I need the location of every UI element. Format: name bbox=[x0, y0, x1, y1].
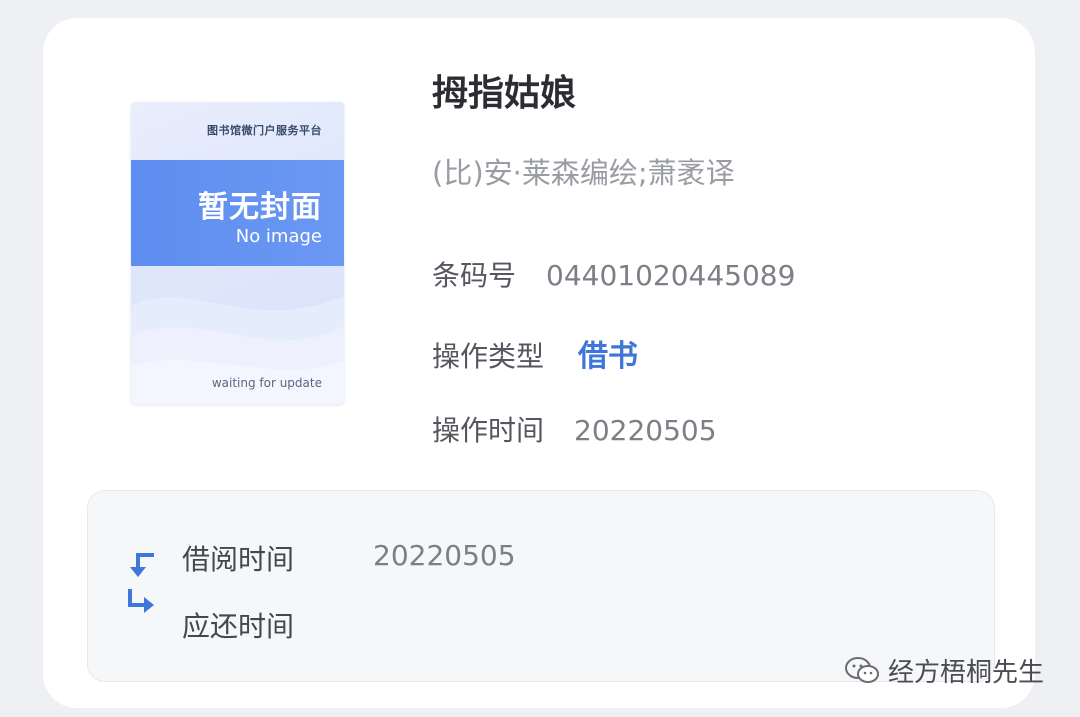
operation-time-value: 20220505 bbox=[574, 414, 717, 447]
borrow-arrow-icon bbox=[130, 553, 154, 577]
return-arrow-icon bbox=[128, 589, 154, 613]
operation-type-row: 操作类型 借书 bbox=[432, 331, 638, 375]
borrow-time-label: 借阅时间 bbox=[182, 543, 295, 576]
cover-subtitle: No image bbox=[235, 226, 322, 247]
due-time-label: 应还时间 bbox=[182, 610, 295, 643]
book-title: 拇指姑娘 bbox=[432, 73, 577, 114]
cover-platform-text: 图书馆微门户服务平台 bbox=[207, 124, 322, 137]
operation-time-label: 操作时间 bbox=[432, 414, 545, 447]
borrow-time-value: 20220505 bbox=[373, 539, 516, 572]
book-author: (比)安·莱森编绘;萧袤译 bbox=[432, 156, 735, 190]
operation-time-row: 操作时间 20220505 bbox=[432, 409, 717, 449]
cover-waiting-text: waiting for update bbox=[211, 376, 322, 390]
barcode-value: 04401020445089 bbox=[546, 259, 796, 292]
barcode-row: 条码号 04401020445089 bbox=[432, 254, 795, 294]
cover-title: 暂无封面 bbox=[198, 190, 322, 225]
cover-band: 暂无封面 No image bbox=[131, 160, 344, 266]
book-cover-placeholder: 图书馆微门户服务平台 暂无封面 No image waiting for upd… bbox=[131, 102, 344, 404]
watermark-text: 经方梧桐先生 bbox=[887, 658, 1044, 688]
operation-type-label: 操作类型 bbox=[432, 340, 545, 373]
wechat-icon bbox=[844, 656, 879, 683]
book-record-card: 图书馆微门户服务平台 暂无封面 No image waiting for upd… bbox=[43, 18, 1035, 708]
operation-type-value: 借书 bbox=[578, 339, 639, 374]
watermark: 经方梧桐先生 bbox=[844, 652, 1044, 689]
barcode-label: 条码号 bbox=[432, 259, 517, 292]
